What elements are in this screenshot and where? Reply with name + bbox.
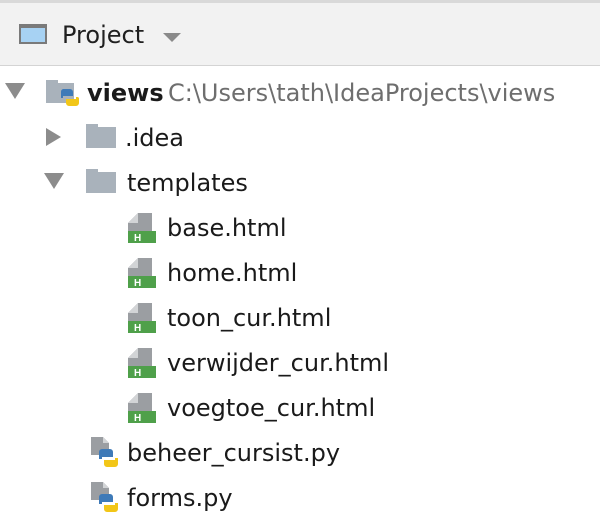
tree-item-label: beheer_cursist.py (127, 439, 341, 467)
svg-text:H: H (134, 323, 141, 333)
python-file-icon (91, 437, 118, 467)
svg-text:H: H (134, 368, 141, 378)
html-file-icon: H (128, 393, 156, 423)
tree-item-label: templates (127, 169, 248, 197)
svg-text:H: H (134, 233, 141, 243)
expand-arrow-icon[interactable] (5, 83, 25, 99)
project-path: C:\Users\tath\IdeaProjects\views (168, 79, 556, 107)
tree-item-views[interactable]: views C:\Users\tath\IdeaProjects\views (0, 71, 600, 116)
folder-icon (86, 124, 116, 148)
tree-item-label: base.html (167, 214, 287, 242)
tree-item-label: .idea (125, 124, 185, 152)
tree-item-templates[interactable]: templates (0, 161, 600, 206)
tree-item-label: forms.py (127, 484, 233, 512)
svg-text:H: H (134, 278, 141, 288)
tree-item-file[interactable]: H toon_cur.html (0, 296, 600, 341)
html-file-icon: H (128, 303, 156, 333)
tree-item-file[interactable]: H home.html (0, 251, 600, 296)
tree-item-file[interactable]: H base.html (0, 206, 600, 251)
html-file-icon: H (128, 348, 156, 378)
project-view-title[interactable]: Project (62, 20, 144, 50)
tree-item-label: verwijder_cur.html (167, 349, 390, 377)
project-tool-window-header: Project (0, 0, 600, 66)
tree-item-file[interactable]: H voegtoe_cur.html (0, 386, 600, 431)
tree-item-label: home.html (167, 259, 298, 287)
tree-item-file[interactable]: beheer_cursist.py (0, 431, 600, 476)
python-folder-icon (46, 80, 79, 106)
chevron-down-icon[interactable] (163, 33, 181, 42)
expand-arrow-icon[interactable] (46, 128, 61, 146)
project-window-icon (19, 24, 47, 44)
html-file-icon: H (128, 213, 156, 243)
python-file-icon (91, 482, 118, 512)
tree-item-file[interactable]: forms.py (0, 476, 600, 521)
tree-item-file[interactable]: H verwijder_cur.html (0, 341, 600, 386)
collapse-arrow-icon[interactable] (44, 173, 64, 189)
svg-text:H: H (134, 413, 141, 423)
tree-item-label: views (87, 79, 164, 107)
tree-item-idea[interactable]: .idea (0, 116, 600, 161)
tree-item-label: toon_cur.html (167, 304, 332, 332)
html-file-icon: H (128, 258, 156, 288)
tree-item-label: voegtoe_cur.html (167, 394, 376, 422)
folder-icon (86, 169, 116, 193)
